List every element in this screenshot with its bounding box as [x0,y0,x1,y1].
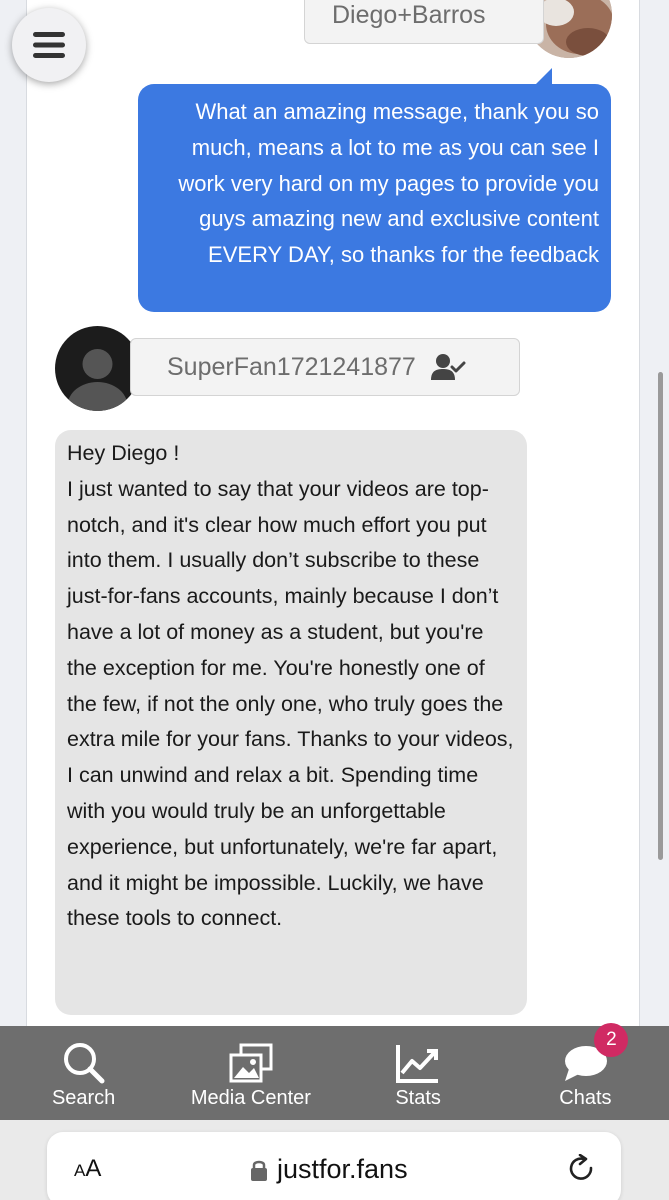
sender-name: Diego+Barros [332,0,486,29]
scrollbar[interactable] [658,372,663,860]
nav-chats-label: Chats [559,1087,612,1109]
nav-search-label: Search [51,1087,116,1109]
incoming-greeting: Hey Diego ! [67,441,180,465]
media-icon [229,1043,273,1083]
outgoing-message-text: What an amazing message, thank you so mu… [178,99,599,268]
fan-name: SuperFan1721241877 [167,352,416,381]
browser-toolbar: AA justfor.fans [0,1120,669,1200]
text-size-button[interactable]: AA [74,1155,101,1183]
address-bar[interactable]: AA justfor.fans [47,1132,621,1200]
reload-icon[interactable] [567,1154,597,1184]
nav-stats[interactable]: Stats [343,1041,493,1110]
menu-button[interactable] [12,8,86,82]
text-size-small: A [74,1161,86,1180]
nav-stats-label: Stats [395,1087,441,1109]
menu-icon [33,32,65,58]
stats-icon [396,1045,439,1083]
fan-name-pill[interactable]: SuperFan1721241877 [130,338,520,396]
verified-user-icon [430,354,466,380]
default-avatar-icon [67,349,128,411]
sender-name-pill[interactable]: Diego+Barros [304,0,544,44]
nav-chats[interactable]: Chats 2 [510,1023,660,1110]
nav-media-center-label: Media Center [190,1087,311,1109]
search-icon [63,1043,105,1084]
text-size-large: A [85,1155,102,1182]
incoming-message-text: I just wanted to say that your videos ar… [67,476,514,931]
chats-badge: 2 [594,1023,629,1057]
nav-media-center[interactable]: Media Center [176,1041,326,1110]
lock-icon [251,1160,267,1181]
nav-search[interactable]: Search [9,1041,159,1110]
url-text: justfor.fans [277,1154,408,1184]
bottom-nav: Search Media Center Stats Chats 2 [0,1023,669,1120]
incoming-message-bubble: Hey Diego ! I just wanted to say that yo… [55,430,527,1015]
outgoing-message-bubble: What an amazing message, thank you so mu… [138,84,611,312]
fan-avatar[interactable] [55,326,140,411]
